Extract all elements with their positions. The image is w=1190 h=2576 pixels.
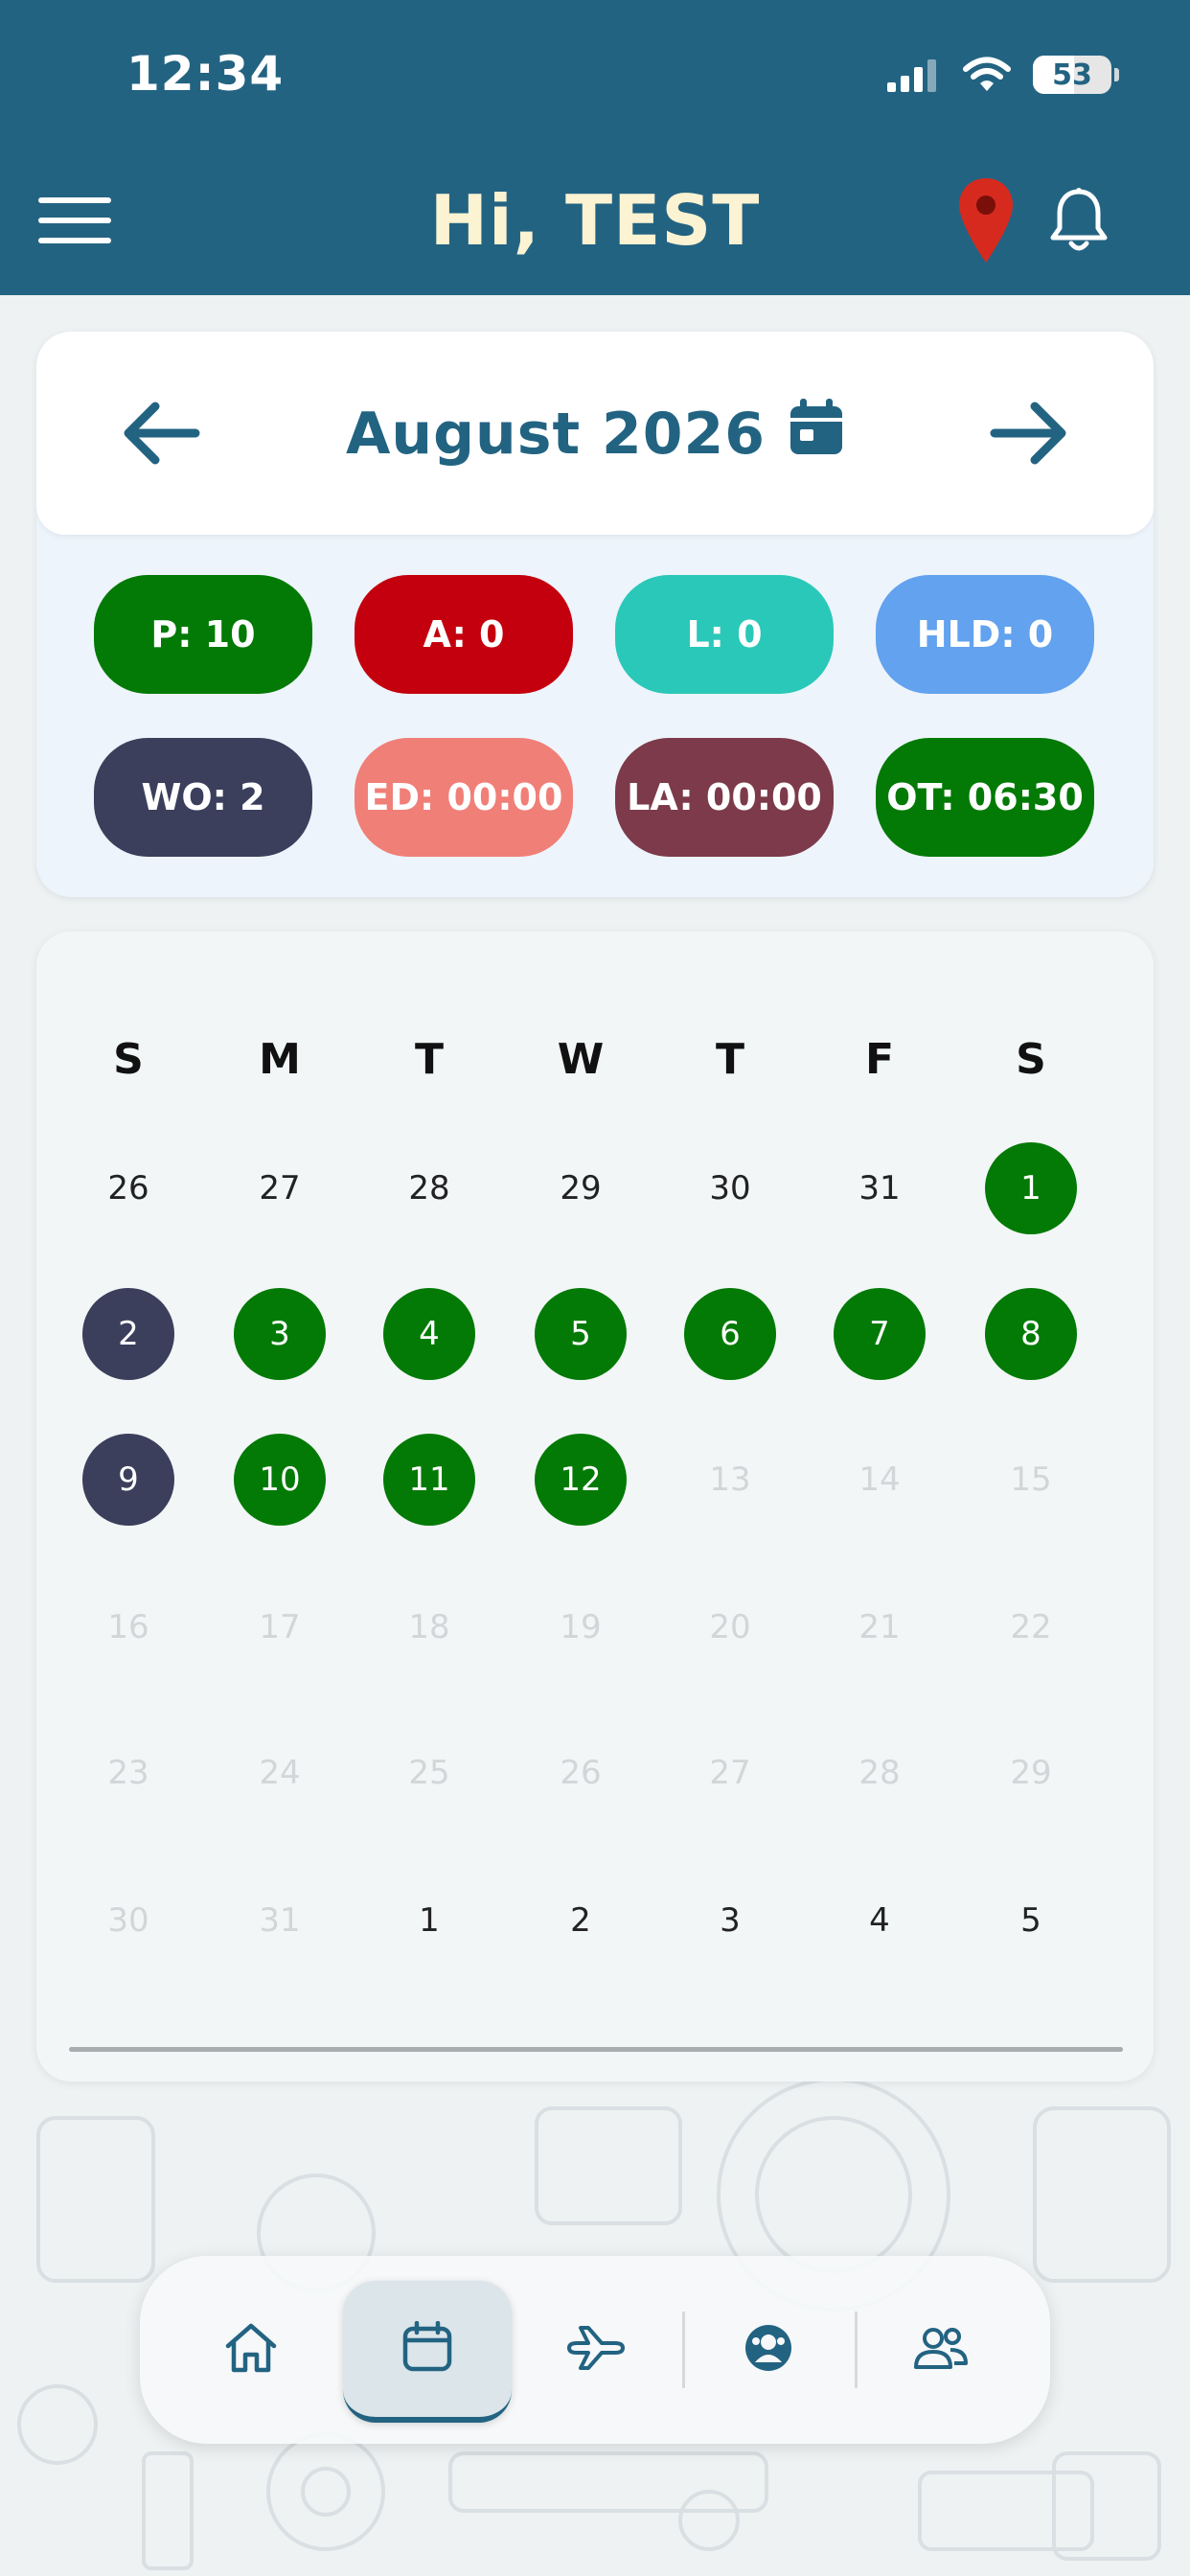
calendar-day[interactable]: 1 xyxy=(383,1874,475,1966)
calendar-day[interactable]: 14 xyxy=(834,1434,926,1526)
calendar-day[interactable]: 29 xyxy=(535,1142,627,1234)
weekday-label: T xyxy=(715,1035,744,1084)
summary-pill[interactable]: P: 10 xyxy=(94,575,312,694)
summary-pill[interactable]: L: 0 xyxy=(615,575,834,694)
team-icon xyxy=(912,2325,970,2375)
calendar-day[interactable]: 22 xyxy=(985,1581,1077,1673)
status-icons: 53 xyxy=(885,56,1119,94)
nav-airplane[interactable] xyxy=(524,2288,668,2411)
calendar-day[interactable]: 7 xyxy=(834,1288,926,1380)
weekday-label: F xyxy=(864,1035,895,1084)
calendar-icon[interactable] xyxy=(789,399,844,456)
calendar-day[interactable]: 4 xyxy=(383,1288,475,1380)
calendar-day[interactable]: 13 xyxy=(684,1434,776,1526)
calendar-day[interactable]: 4 xyxy=(834,1874,926,1966)
calendar-day[interactable]: 31 xyxy=(834,1142,926,1234)
calendar-day[interactable]: 26 xyxy=(535,1727,627,1819)
summary-pill[interactable]: ED: 00:00 xyxy=(355,738,573,857)
nav-user-face[interactable] xyxy=(697,2288,840,2411)
bell-icon[interactable] xyxy=(1048,186,1110,255)
bottom-navigation xyxy=(140,2256,1050,2444)
month-title-group[interactable]: August 2026 xyxy=(36,399,1154,468)
calendar-day[interactable]: 8 xyxy=(985,1288,1077,1380)
weekday-label: M xyxy=(259,1035,301,1084)
calendar-grid: S M T W T F S 26 27 28 29 30 31 1 2 3 4 5 6 7 8 9 10 11 12 13 14 15… xyxy=(36,932,1154,2082)
calendar-day[interactable]: 6 xyxy=(684,1288,776,1380)
calendar-day[interactable]: 28 xyxy=(383,1142,475,1234)
calendar-day[interactable]: 2 xyxy=(82,1288,174,1380)
calendar-day[interactable]: 1 xyxy=(985,1142,1077,1234)
calendar-day[interactable]: 26 xyxy=(82,1142,174,1234)
summary-pill[interactable]: LA: 00:00 xyxy=(615,738,834,857)
calendar-day[interactable]: 3 xyxy=(234,1288,326,1380)
signal-icon xyxy=(887,59,936,92)
month-title: August 2026 xyxy=(345,401,767,468)
calendar-day[interactable]: 12 xyxy=(535,1434,627,1526)
calendar-day[interactable]: 5 xyxy=(535,1288,627,1380)
user-face-icon xyxy=(743,2322,794,2378)
calendar-day[interactable]: 31 xyxy=(234,1874,326,1966)
calendar-day[interactable]: 16 xyxy=(82,1581,174,1673)
summary-pill[interactable]: OT: 06:30 xyxy=(876,738,1094,857)
calendar-day[interactable]: 29 xyxy=(985,1727,1077,1819)
wifi-icon xyxy=(963,57,1011,91)
status-time: 12:34 xyxy=(126,46,285,102)
summary-pill[interactable]: A: 0 xyxy=(355,575,573,694)
month-navigator: August 2026 xyxy=(36,332,1154,535)
battery-cap xyxy=(1114,68,1119,81)
calendar-day[interactable]: 17 xyxy=(234,1581,326,1673)
calendar-day[interactable]: 2 xyxy=(535,1874,627,1966)
month-summary-card: August 2026 P: 10 A: 0 L: 0 HLD: 0 WO: 2 ED: … xyxy=(36,332,1154,897)
calendar-day[interactable]: 19 xyxy=(535,1581,627,1673)
calendar-day[interactable]: 30 xyxy=(684,1142,776,1234)
calendar-day[interactable]: 23 xyxy=(82,1727,174,1819)
calendar-day[interactable]: 11 xyxy=(383,1434,475,1526)
calendar-day[interactable]: 20 xyxy=(684,1581,776,1673)
calendar-day[interactable]: 28 xyxy=(834,1727,926,1819)
nav-separator xyxy=(682,2312,685,2388)
calendar-day[interactable]: 21 xyxy=(834,1581,926,1673)
airplane-icon xyxy=(565,2324,627,2376)
calendar-day[interactable]: 15 xyxy=(985,1434,1077,1526)
weekday-label: S xyxy=(113,1035,144,1084)
calendar-day[interactable]: 24 xyxy=(234,1727,326,1819)
nav-separator xyxy=(855,2312,858,2388)
calendar-icon xyxy=(401,2320,453,2377)
calendar-day[interactable]: 27 xyxy=(684,1727,776,1819)
calendar-day[interactable]: 30 xyxy=(82,1874,174,1966)
calendar-day[interactable]: 27 xyxy=(234,1142,326,1234)
battery-level: 53 xyxy=(1052,58,1092,92)
calendar-day[interactable]: 25 xyxy=(383,1727,475,1819)
calendar-day[interactable]: 9 xyxy=(82,1434,174,1526)
calendar-divider xyxy=(69,2047,1123,2052)
home-icon xyxy=(223,2321,279,2379)
nav-calendar[interactable] xyxy=(343,2281,512,2423)
arrow-right-icon[interactable] xyxy=(989,399,1069,468)
weekday-label: T xyxy=(414,1035,444,1084)
calendar-day[interactable]: 10 xyxy=(234,1434,326,1526)
weekday-label: W xyxy=(557,1035,605,1084)
nav-team[interactable] xyxy=(869,2288,1013,2411)
app-header: 12:34 53 Hi, TEST xyxy=(0,0,1190,295)
battery-indicator: 53 xyxy=(1033,56,1119,94)
map-pin-icon[interactable] xyxy=(956,176,1016,264)
weekday-label: S xyxy=(1016,1035,1046,1084)
nav-home[interactable] xyxy=(179,2288,323,2411)
summary-pill[interactable]: WO: 2 xyxy=(94,738,312,857)
calendar-day[interactable]: 5 xyxy=(985,1874,1077,1966)
calendar-day[interactable]: 3 xyxy=(684,1874,776,1966)
calendar-day[interactable]: 18 xyxy=(383,1581,475,1673)
summary-pill[interactable]: HLD: 0 xyxy=(876,575,1094,694)
